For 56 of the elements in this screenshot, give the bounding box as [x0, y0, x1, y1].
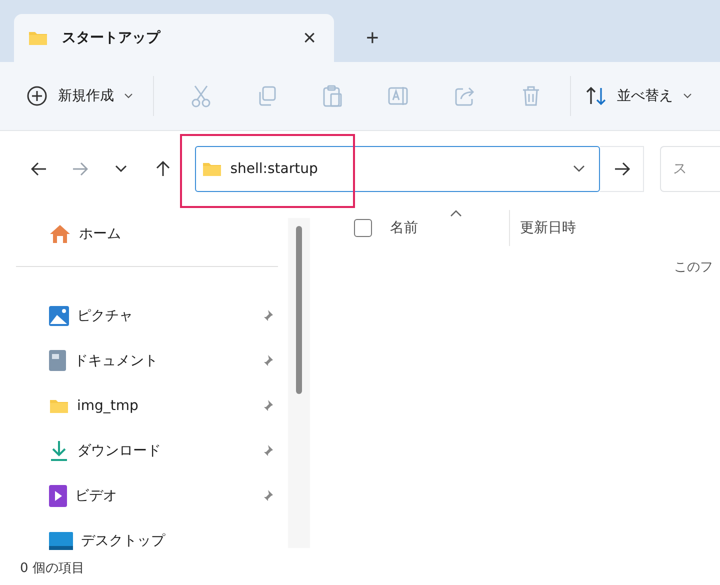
sidebar-label: ビデオ: [75, 486, 118, 504]
go-button[interactable]: [600, 146, 644, 192]
back-arrow-icon: [30, 162, 47, 176]
forward-arrow-icon: [72, 162, 88, 176]
sort-arrows-icon: [585, 86, 607, 106]
folder-icon: [202, 160, 222, 176]
tab-title: スタートアップ: [62, 29, 162, 47]
column-label: 更新日時: [520, 219, 576, 237]
chevron-down-icon: [124, 93, 133, 99]
share-icon: [454, 85, 476, 107]
sidebar-item[interactable]: ダウンロード: [16, 428, 288, 473]
column-header[interactable]: 更新日時: [510, 210, 576, 246]
address-field[interactable]: shell:startup: [195, 146, 600, 192]
sidebar-item[interactable]: ホーム: [16, 211, 288, 256]
rename-icon: [387, 85, 411, 107]
plus-circle-icon: [26, 85, 48, 107]
sidebar-item[interactable]: img_tmp: [16, 383, 288, 428]
trash-icon: [521, 85, 541, 107]
up-arrow-icon: [156, 160, 170, 176]
close-tab-button[interactable]: ×: [299, 25, 320, 51]
chevron-down-icon: [573, 164, 586, 172]
sidebar-label: ホーム: [79, 224, 122, 242]
video-icon: [49, 484, 67, 506]
document-icon: [49, 350, 66, 371]
download-icon: [49, 440, 69, 462]
sidebar-item[interactable]: デスクトップ: [16, 518, 288, 550]
monitor-icon: [49, 532, 73, 550]
select-all-checkbox[interactable]: [354, 219, 372, 237]
picture-icon: [49, 306, 69, 326]
sidebar-item[interactable]: ビデオ: [16, 473, 288, 518]
item-count: 0 個の項目: [20, 560, 84, 577]
scrollbar-thumb[interactable]: [296, 226, 302, 394]
new-button[interactable]: 新規作成: [26, 79, 133, 113]
new-tab-button[interactable]: +: [360, 24, 385, 52]
house-icon: [49, 224, 71, 244]
sidebar-label: ピクチャ: [77, 306, 134, 324]
sidebar-item[interactable]: ピクチャ: [16, 293, 288, 338]
sidebar-label: ダウンロード: [77, 442, 162, 460]
sidebar-label: ドキュメント: [74, 352, 159, 370]
search-field[interactable]: ス: [660, 146, 720, 192]
sidebar-item[interactable]: ドキュメント: [16, 338, 288, 383]
scissors-icon: [190, 84, 212, 108]
scrollbar[interactable]: [288, 218, 310, 548]
explorer-tab[interactable]: スタートアップ ×: [14, 14, 334, 62]
clipboard-icon: [322, 84, 344, 108]
sort-button[interactable]: 並べ替え: [585, 80, 692, 112]
column-header[interactable]: 名前: [310, 210, 510, 246]
sidebar-label: img_tmp: [77, 398, 140, 414]
folder-icon: [49, 398, 69, 414]
chevron-down-icon: [115, 165, 128, 172]
column-label: 名前: [390, 219, 418, 237]
empty-folder-message: このフ: [674, 259, 713, 276]
folder-icon: [28, 30, 48, 46]
chevron-down-icon: [683, 93, 692, 99]
sidebar-label: デスクトップ: [81, 532, 166, 550]
address-text: shell:startup: [230, 160, 319, 176]
